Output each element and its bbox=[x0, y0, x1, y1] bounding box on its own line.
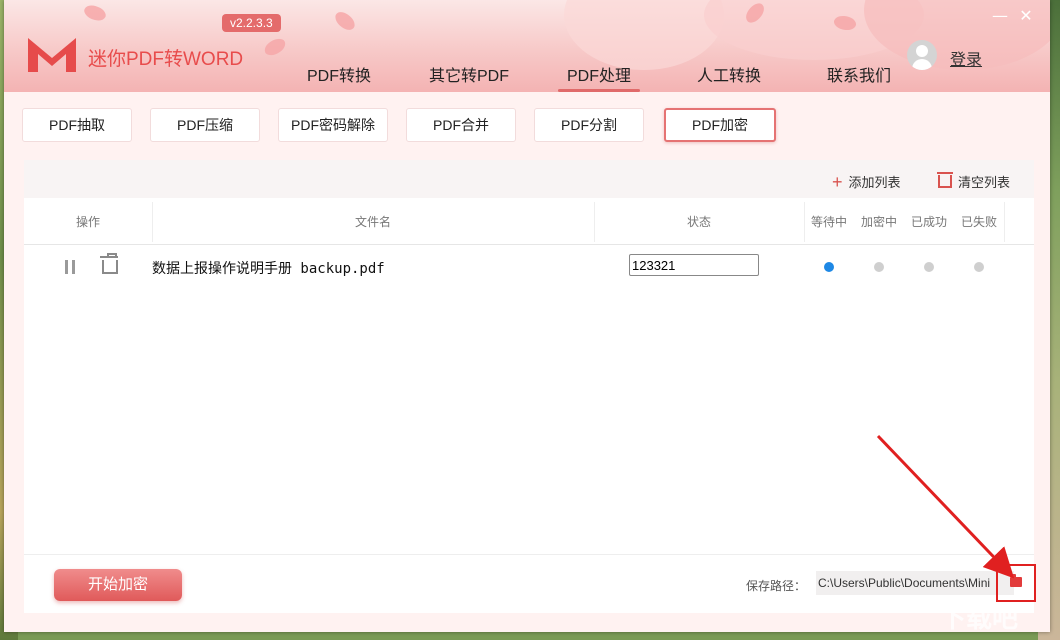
watermark: 下载吧 bbox=[940, 604, 1019, 634]
annotation-highlight-box bbox=[996, 564, 1036, 602]
annotation-arrow bbox=[876, 434, 1015, 579]
